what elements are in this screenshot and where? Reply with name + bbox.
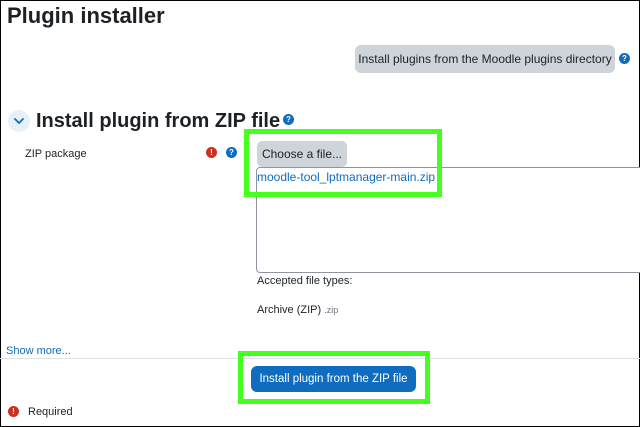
highlight-box-install-button xyxy=(238,351,430,404)
required-legend-label: Required xyxy=(28,406,73,418)
accepted-type-entry: Archive (ZIP) .zip xyxy=(257,304,338,316)
required-icon: ! xyxy=(206,147,217,158)
chevron-down-icon xyxy=(14,118,24,124)
help-icon[interactable]: ? xyxy=(619,53,630,64)
zip-help-icon[interactable]: ? xyxy=(226,147,237,158)
page-title: Plugin installer xyxy=(7,3,165,28)
required-legend-icon: ! xyxy=(8,406,19,417)
show-more-link[interactable]: Show more... xyxy=(6,345,71,357)
accepted-type-extension: .zip xyxy=(324,305,339,315)
section-collapse-toggle[interactable] xyxy=(8,110,30,132)
install-from-directory-label: Install plugins from the Moodle plugins … xyxy=(358,52,612,66)
accepted-type-name: Archive (ZIP) xyxy=(257,304,322,316)
accepted-types-label: Accepted file types: xyxy=(257,275,353,287)
highlight-box-choose-file xyxy=(244,129,442,197)
section-help-icon[interactable]: ? xyxy=(283,114,294,125)
install-from-directory-button[interactable]: Install plugins from the Moodle plugins … xyxy=(355,45,615,73)
zip-package-label: ZIP package xyxy=(25,148,87,160)
